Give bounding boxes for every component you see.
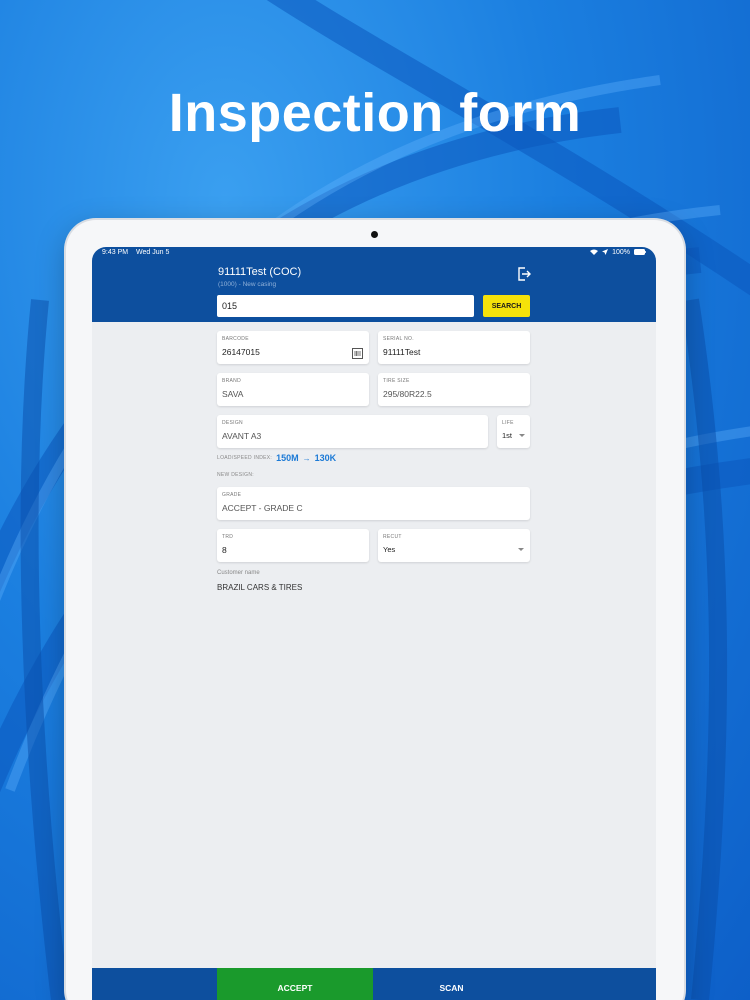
battery-icon: [634, 248, 646, 257]
recut-select[interactable]: RECUT Yes: [378, 529, 530, 562]
barcode-scan-icon[interactable]: [352, 346, 363, 359]
brand-field[interactable]: BRAND SAVA: [217, 373, 369, 406]
barcode-field[interactable]: BARCODE 26147015: [217, 331, 369, 364]
customer-name-value: BRAZIL CARS & TIRES: [217, 583, 303, 592]
recut-value: Yes: [383, 545, 396, 554]
tablet-frame: 9:43 PM Wed Jun 5 100% 91111Test (COC) (…: [66, 220, 684, 1000]
brand-value: SAVA: [222, 389, 244, 399]
status-time: 9:43 PM: [102, 249, 129, 256]
design-field[interactable]: DESIGN AVANT A3: [217, 415, 488, 448]
trd-label: TRD: [222, 534, 234, 540]
load-speed-label: LOAD/SPEED INDEX:: [217, 455, 273, 461]
trd-field[interactable]: TRD 8: [217, 529, 369, 562]
search-input[interactable]: [217, 295, 474, 317]
barcode-value: 26147015: [222, 347, 260, 357]
serial-no-value: 91111Test: [383, 347, 421, 357]
tire-size-value: 295/80R22.5: [383, 389, 432, 399]
load-speed-to: 130K: [314, 453, 337, 463]
grade-field[interactable]: GRADE ACCEPT - GRADE C: [217, 487, 530, 520]
load-speed-index: LOAD/SPEED INDEX: 150M → 130K: [217, 453, 336, 463]
serial-no-field[interactable]: SERIAL NO. 91111Test: [378, 331, 530, 364]
design-label: DESIGN: [222, 420, 243, 426]
accept-button[interactable]: ACCEPT: [217, 968, 373, 1000]
location-icon: [602, 248, 609, 257]
tire-size-field[interactable]: TIRE SIZE 295/80R22.5: [378, 373, 530, 406]
page-subtitle: (1000) - New casing: [218, 281, 277, 288]
life-value: 1st: [502, 431, 513, 440]
search-button[interactable]: SEARCH: [483, 295, 530, 317]
chevron-down-icon: [519, 434, 525, 437]
wifi-icon: [590, 249, 599, 257]
trd-value: 8: [222, 545, 227, 555]
customer-name-label: Customer name: [217, 570, 260, 576]
status-date: Wed Jun 5: [136, 249, 170, 256]
life-select[interactable]: LIFE 1st: [497, 415, 530, 448]
new-design-label: NEW DESIGN:: [217, 472, 254, 478]
bottom-action-bar: ACCEPT SCAN: [92, 968, 656, 1000]
serial-no-label: SERIAL NO.: [383, 336, 414, 342]
recut-label: RECUT: [383, 534, 402, 540]
status-bar: 9:43 PM Wed Jun 5 100%: [92, 247, 656, 258]
scan-button[interactable]: SCAN: [373, 968, 530, 1000]
arrow-right-icon: →: [302, 453, 311, 463]
grade-value: ACCEPT - GRADE C: [222, 503, 303, 513]
life-label: LIFE: [502, 420, 514, 426]
battery-percent: 100%: [612, 249, 630, 256]
app-screen: 9:43 PM Wed Jun 5 100% 91111Test (COC) (…: [92, 247, 656, 1000]
camera-dot: [371, 231, 378, 238]
design-value: AVANT A3: [222, 431, 262, 441]
chevron-down-icon: [518, 548, 524, 551]
barcode-label: BARCODE: [222, 336, 249, 342]
logout-icon[interactable]: [517, 267, 531, 281]
hero-title: Inspection form: [168, 83, 582, 143]
brand-label: BRAND: [222, 378, 242, 384]
load-speed-from: 150M: [276, 453, 299, 463]
grade-label: GRADE: [222, 492, 242, 498]
app-header: 91111Test (COC) (1000) - New casing SEAR…: [92, 258, 656, 322]
tire-size-label: TIRE SIZE: [383, 378, 410, 384]
page-title: 91111Test (COC): [218, 266, 302, 278]
